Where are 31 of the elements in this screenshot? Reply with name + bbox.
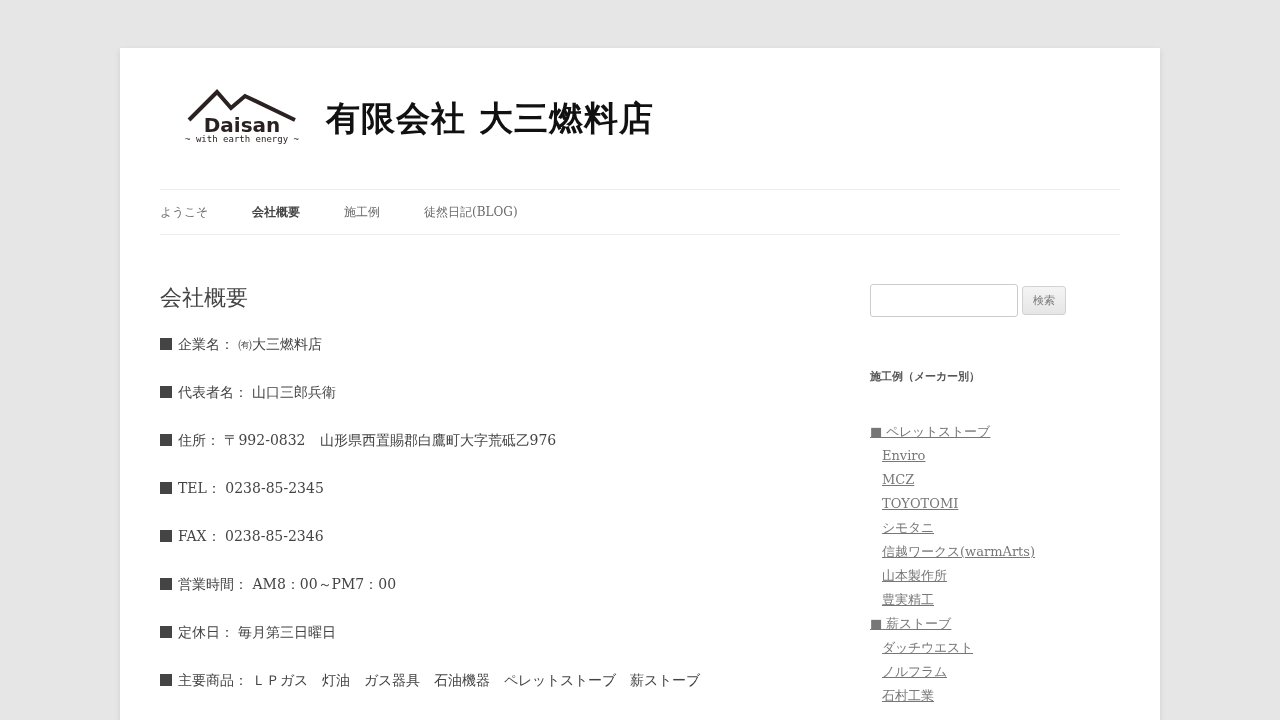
maker-link[interactable]: 山本製作所	[882, 564, 947, 588]
widget-title: 施工例（メーカー別）	[870, 369, 980, 384]
nav-link[interactable]: 施工例	[344, 203, 380, 221]
info-line: 定休日： 毎月第三日曜日	[160, 621, 800, 643]
info-line: 企業名： ㈲大三燃料店	[160, 333, 800, 355]
info-line: 代表者名： 山口三郎兵衛	[160, 381, 800, 403]
logo-tagline: ~ with earth energy ~	[185, 133, 299, 144]
info-line: FAX： 0238-85-2346	[160, 525, 800, 547]
maker-link[interactable]: ダッチウエスト	[882, 636, 973, 660]
info-line: 住所： 〒992-0832 山形県西置賜郡白鷹町大字荒砥乙976	[160, 429, 800, 451]
category-link[interactable]: ■ ペレットストーブ	[870, 420, 991, 444]
maker-link[interactable]: 石村工業	[882, 684, 934, 708]
category-link[interactable]: ■ 薪ストーブ	[870, 612, 952, 636]
info-line: 主要商品： ＬＰガス 灯油 ガス器具 石油機器 ペレットストーブ 薪ストーブ	[160, 669, 800, 691]
search-field[interactable]	[870, 284, 1018, 317]
nav-link[interactable]: 徒然日記(BLOG)	[424, 203, 518, 221]
site-title: 有限会社 大三燃料店	[326, 96, 654, 140]
search-button[interactable]: 検索	[1022, 286, 1066, 315]
maker-link[interactable]: 信越ワークス(warmArts)	[882, 540, 1036, 564]
info-line: 営業時間： AM8：00～PM7：00	[160, 573, 800, 595]
maker-link[interactable]: ノルフラム	[882, 660, 947, 684]
maker-link[interactable]: TOYOTOMI	[882, 492, 959, 516]
maker-link[interactable]: シモタニ	[882, 516, 934, 540]
nav-link[interactable]: ようこそ	[160, 203, 208, 221]
nav-link[interactable]: 会社概要	[252, 203, 300, 221]
maker-link[interactable]: 豊実精工	[882, 588, 934, 612]
page-title: 会社概要	[160, 284, 249, 312]
logo-wordmark: Daisan	[203, 115, 281, 134]
info-line: TEL： 0238-85-2345	[160, 477, 800, 499]
maker-link[interactable]: Enviro	[882, 444, 926, 468]
maker-link[interactable]: MCZ	[882, 468, 915, 492]
